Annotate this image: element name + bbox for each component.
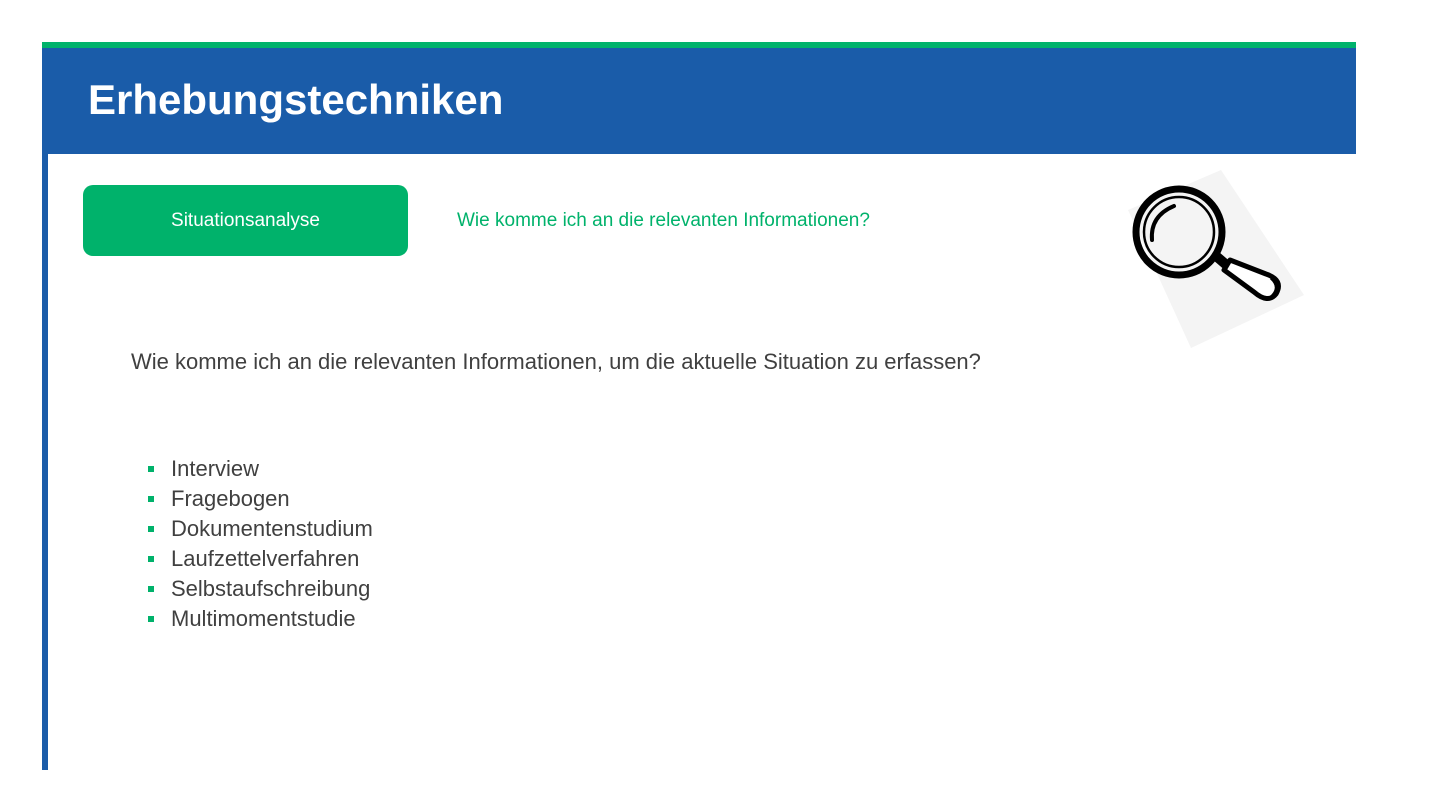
list-item-label: Multimomentstudie	[171, 606, 356, 631]
list-item: Laufzettelverfahren	[148, 544, 373, 574]
list-item: Interview	[148, 454, 373, 484]
list-item: Dokumentenstudium	[148, 514, 373, 544]
technique-list: Interview Fragebogen Dokumentenstudium L…	[148, 454, 373, 634]
list-item: Selbstaufschreibung	[148, 574, 373, 604]
list-item-label: Fragebogen	[171, 486, 290, 511]
list-item-label: Selbstaufschreibung	[171, 576, 371, 601]
list-item-label: Dokumentenstudium	[171, 516, 373, 541]
bullet-square-icon	[148, 616, 154, 622]
slide-title: Erhebungstechniken	[88, 76, 504, 123]
situationsanalyse-tag[interactable]: Situationsanalyse	[83, 185, 408, 256]
left-border-line	[42, 154, 48, 770]
bullet-square-icon	[148, 466, 154, 472]
list-item: Multimomentstudie	[148, 604, 373, 634]
intro-paragraph: Wie komme ich an die relevanten Informat…	[131, 349, 981, 374]
bullet-square-icon	[148, 556, 154, 562]
list-item: Fragebogen	[148, 484, 373, 514]
magnifying-glass-icon	[1126, 170, 1304, 348]
slide: Erhebungstechniken Situationsanalyse Wie…	[0, 0, 1438, 810]
list-item-label: Laufzettelverfahren	[171, 546, 360, 571]
tag-question-text: Wie komme ich an die relevanten Informat…	[457, 210, 870, 231]
bullet-square-icon	[148, 496, 154, 502]
list-item-label: Interview	[171, 456, 260, 481]
bullet-square-icon	[148, 586, 154, 592]
bullet-square-icon	[148, 526, 154, 532]
